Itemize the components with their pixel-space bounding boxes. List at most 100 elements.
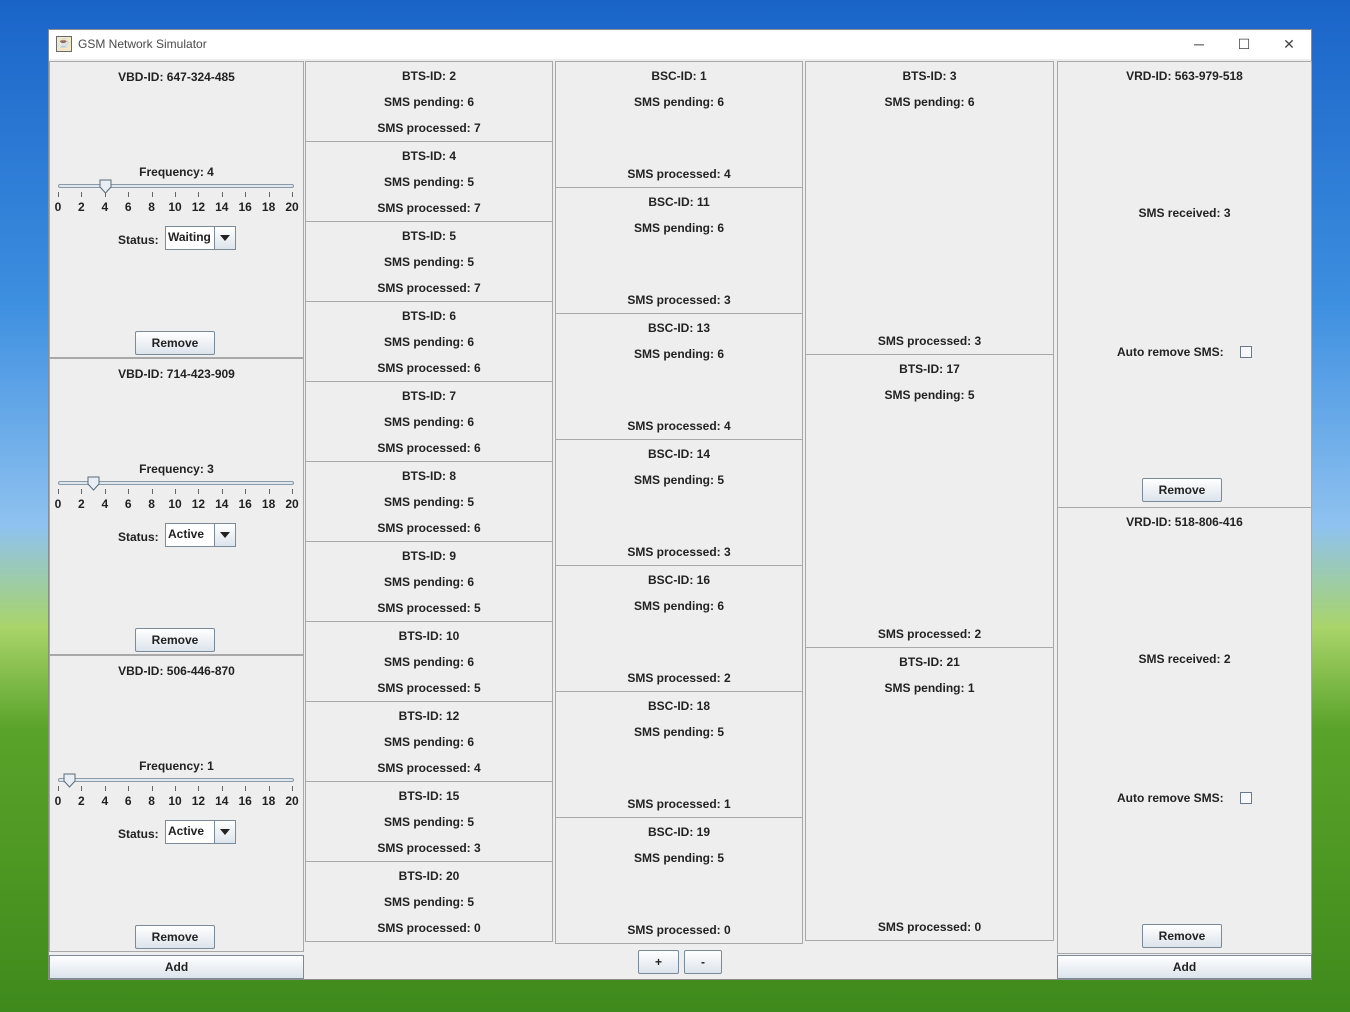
sms-pending-label: SMS pending: 5: [384, 175, 474, 189]
title-bar[interactable]: ☕ GSM Network Simulator ─ ☐ ✕: [49, 30, 1311, 59]
sms-processed-label: SMS processed: 0: [877, 920, 982, 934]
close-icon[interactable]: ✕: [1266, 30, 1312, 59]
remove-vrd-button[interactable]: Remove: [1142, 924, 1222, 948]
slider-tick: [104, 786, 106, 791]
bts-panel: BTS-ID: 21 SMS pending: 1 SMS processed: 0: [805, 647, 1054, 941]
bsc-id-label: BSC-ID: 16: [647, 573, 710, 587]
sms-processed-label: SMS processed: 2: [627, 671, 731, 685]
slider-tick-label: 18: [261, 497, 276, 511]
slider-tick-label: 14: [215, 200, 229, 214]
slider-tick: [128, 786, 130, 791]
auto-remove-checkbox[interactable]: [1240, 792, 1252, 804]
slider-thumb[interactable]: [63, 773, 76, 788]
bts-panel: BTS-ID: 9 SMS pending: 6 SMS processed: 5: [305, 541, 553, 622]
vrd-column: VRD-ID: 563-979-518 SMS received: 3 Auto r…: [1057, 61, 1312, 979]
vrd-panel: VRD-ID: 563-979-518 SMS received: 3 Auto r…: [1057, 61, 1312, 508]
chevron-down-icon[interactable]: [214, 821, 235, 843]
vbd-id-label: VBD-ID: 647-324-485: [118, 70, 235, 84]
slider-tick-label: 12: [191, 497, 206, 511]
slider-tick: [292, 786, 293, 791]
vrd-id-label: VRD-ID: 518-806-416: [1126, 515, 1243, 529]
bsc-panel: BSC-ID: 11 SMS pending: 6 SMS processed: 3: [555, 187, 803, 314]
slider-tick: [175, 192, 176, 197]
bts-panel: BTS-ID: 5 SMS pending: 5 SMS processed: 7: [305, 221, 553, 302]
slider-tick: [81, 192, 83, 197]
status-value: Active: [168, 824, 205, 838]
slider-tick-label: 4: [101, 200, 109, 214]
slider-tick: [268, 192, 270, 197]
vbd-panel: VBD-ID: 714-423-909 Frequency: 3 0 2 4 6 8 10 12…: [49, 358, 304, 655]
maximize-icon[interactable]: ☐: [1221, 30, 1267, 59]
bts-id-label: BTS-ID: 4: [402, 149, 456, 163]
slider-tick: [104, 192, 106, 197]
vbd-column: VBD-ID: 647-324-485 Frequency: 4 0 2 4 6 8 10 12…: [49, 61, 304, 979]
status-label: Status:: [118, 530, 159, 544]
slider-tick-label: 2: [78, 794, 85, 808]
slider-track: [58, 184, 294, 188]
vbd-panel: VBD-ID: 506-446-870 Frequency: 1 0 2 4 6 8 10 12…: [49, 655, 304, 952]
remove-vbd-button[interactable]: Remove: [135, 628, 215, 652]
slider-tick: [245, 786, 247, 791]
slider-thumb[interactable]: [87, 476, 100, 491]
bts-id-label: BTS-ID: 10: [398, 629, 460, 643]
sms-processed-label: SMS processed: 0: [377, 921, 481, 935]
remove-vbd-button[interactable]: Remove: [135, 331, 215, 355]
slider-tick-label: 4: [101, 794, 109, 808]
bsc-id-label: BSC-ID: 13: [647, 321, 710, 335]
bsc-panel: BSC-ID: 14 SMS pending: 5 SMS processed: 3: [555, 439, 803, 566]
bts-id-label: BTS-ID: 17: [899, 362, 960, 376]
bts-panel: BTS-ID: 17 SMS pending: 5 SMS processed: 2: [805, 354, 1054, 648]
slider-tick-label: 16: [238, 794, 252, 808]
sms-pending-label: SMS pending: 5: [384, 895, 474, 909]
remove-vrd-button[interactable]: Remove: [1142, 478, 1222, 502]
slider-tick: [268, 786, 270, 791]
add-bsc-button[interactable]: +: [638, 950, 679, 974]
status-select[interactable]: Active: [165, 523, 236, 547]
sms-pending-label: SMS pending: 6: [384, 95, 474, 109]
sms-pending-label: SMS pending: 6: [884, 95, 975, 109]
bsc-id-label: BSC-ID: 11: [648, 195, 710, 209]
sms-processed-label: SMS processed: 6: [377, 521, 481, 535]
sms-received-label: SMS received: 3: [1138, 206, 1231, 220]
status-value: Waiting: [168, 230, 211, 244]
chevron-down-icon[interactable]: [214, 524, 235, 546]
status-value: Active: [168, 527, 205, 541]
remove-vbd-button[interactable]: Remove: [135, 925, 215, 949]
sms-processed-label: SMS processed: 1: [627, 797, 731, 811]
frequency-slider[interactable]: 0 2 4 6 8 10 12 14 16 18 20: [50, 476, 303, 517]
slider-tick: [151, 489, 153, 494]
add-vrd-button[interactable]: Add: [1057, 955, 1312, 979]
bsc-column: BSC-ID: 1 SMS pending: 6 SMS processed: 4B…: [555, 61, 803, 944]
frequency-slider[interactable]: 0 2 4 6 8 10 12 14 16 18 20: [50, 179, 303, 220]
main-window: ☕ GSM Network Simulator ─ ☐ ✕ VBD-ID: 64…: [48, 29, 1312, 980]
bts-panel: BTS-ID: 2 SMS pending: 6 SMS processed: 7: [305, 61, 553, 142]
bsc-panel: BSC-ID: 16 SMS pending: 6 SMS processed: 2: [555, 565, 803, 692]
status-select[interactable]: Active: [165, 820, 236, 844]
bts-id-label: BTS-ID: 5: [402, 229, 456, 243]
bts-id-label: BTS-ID: 8: [402, 469, 456, 483]
sms-pending-label: SMS pending: 5: [634, 473, 724, 487]
frequency-slider[interactable]: 0 2 4 6 8 10 12 14 16 18 20: [50, 773, 303, 814]
slider-tick-label: 6: [124, 200, 132, 214]
remove-bsc-button[interactable]: -: [684, 950, 722, 974]
slider-tick-label: 20: [285, 794, 299, 808]
sms-pending-label: SMS pending: 6: [634, 599, 724, 613]
bts-panel: BTS-ID: 20 SMS pending: 5 SMS processed: 0: [305, 861, 553, 942]
slider-tick: [175, 786, 176, 791]
frequency-label: Frequency: 4: [139, 165, 214, 179]
add-vbd-button[interactable]: Add: [49, 955, 304, 979]
bts-panel: BTS-ID: 10 SMS pending: 6 SMS processed: 5: [305, 621, 553, 702]
slider-tick: [81, 489, 83, 494]
slider-tick-label: 6: [124, 497, 132, 511]
slider-tick: [198, 786, 200, 791]
slider-tick-label: 12: [191, 794, 206, 808]
sms-processed-label: SMS processed: 3: [877, 334, 982, 348]
bts-panel: BTS-ID: 8 SMS pending: 5 SMS processed: 6: [305, 461, 553, 542]
status-label: Status:: [118, 233, 159, 247]
slider-tick: [292, 489, 293, 494]
minimize-icon[interactable]: ─: [1176, 30, 1222, 59]
status-select[interactable]: Waiting: [165, 226, 236, 250]
sms-processed-label: SMS processed: 4: [627, 419, 731, 433]
chevron-down-icon[interactable]: [214, 227, 235, 249]
auto-remove-checkbox[interactable]: [1240, 346, 1252, 358]
